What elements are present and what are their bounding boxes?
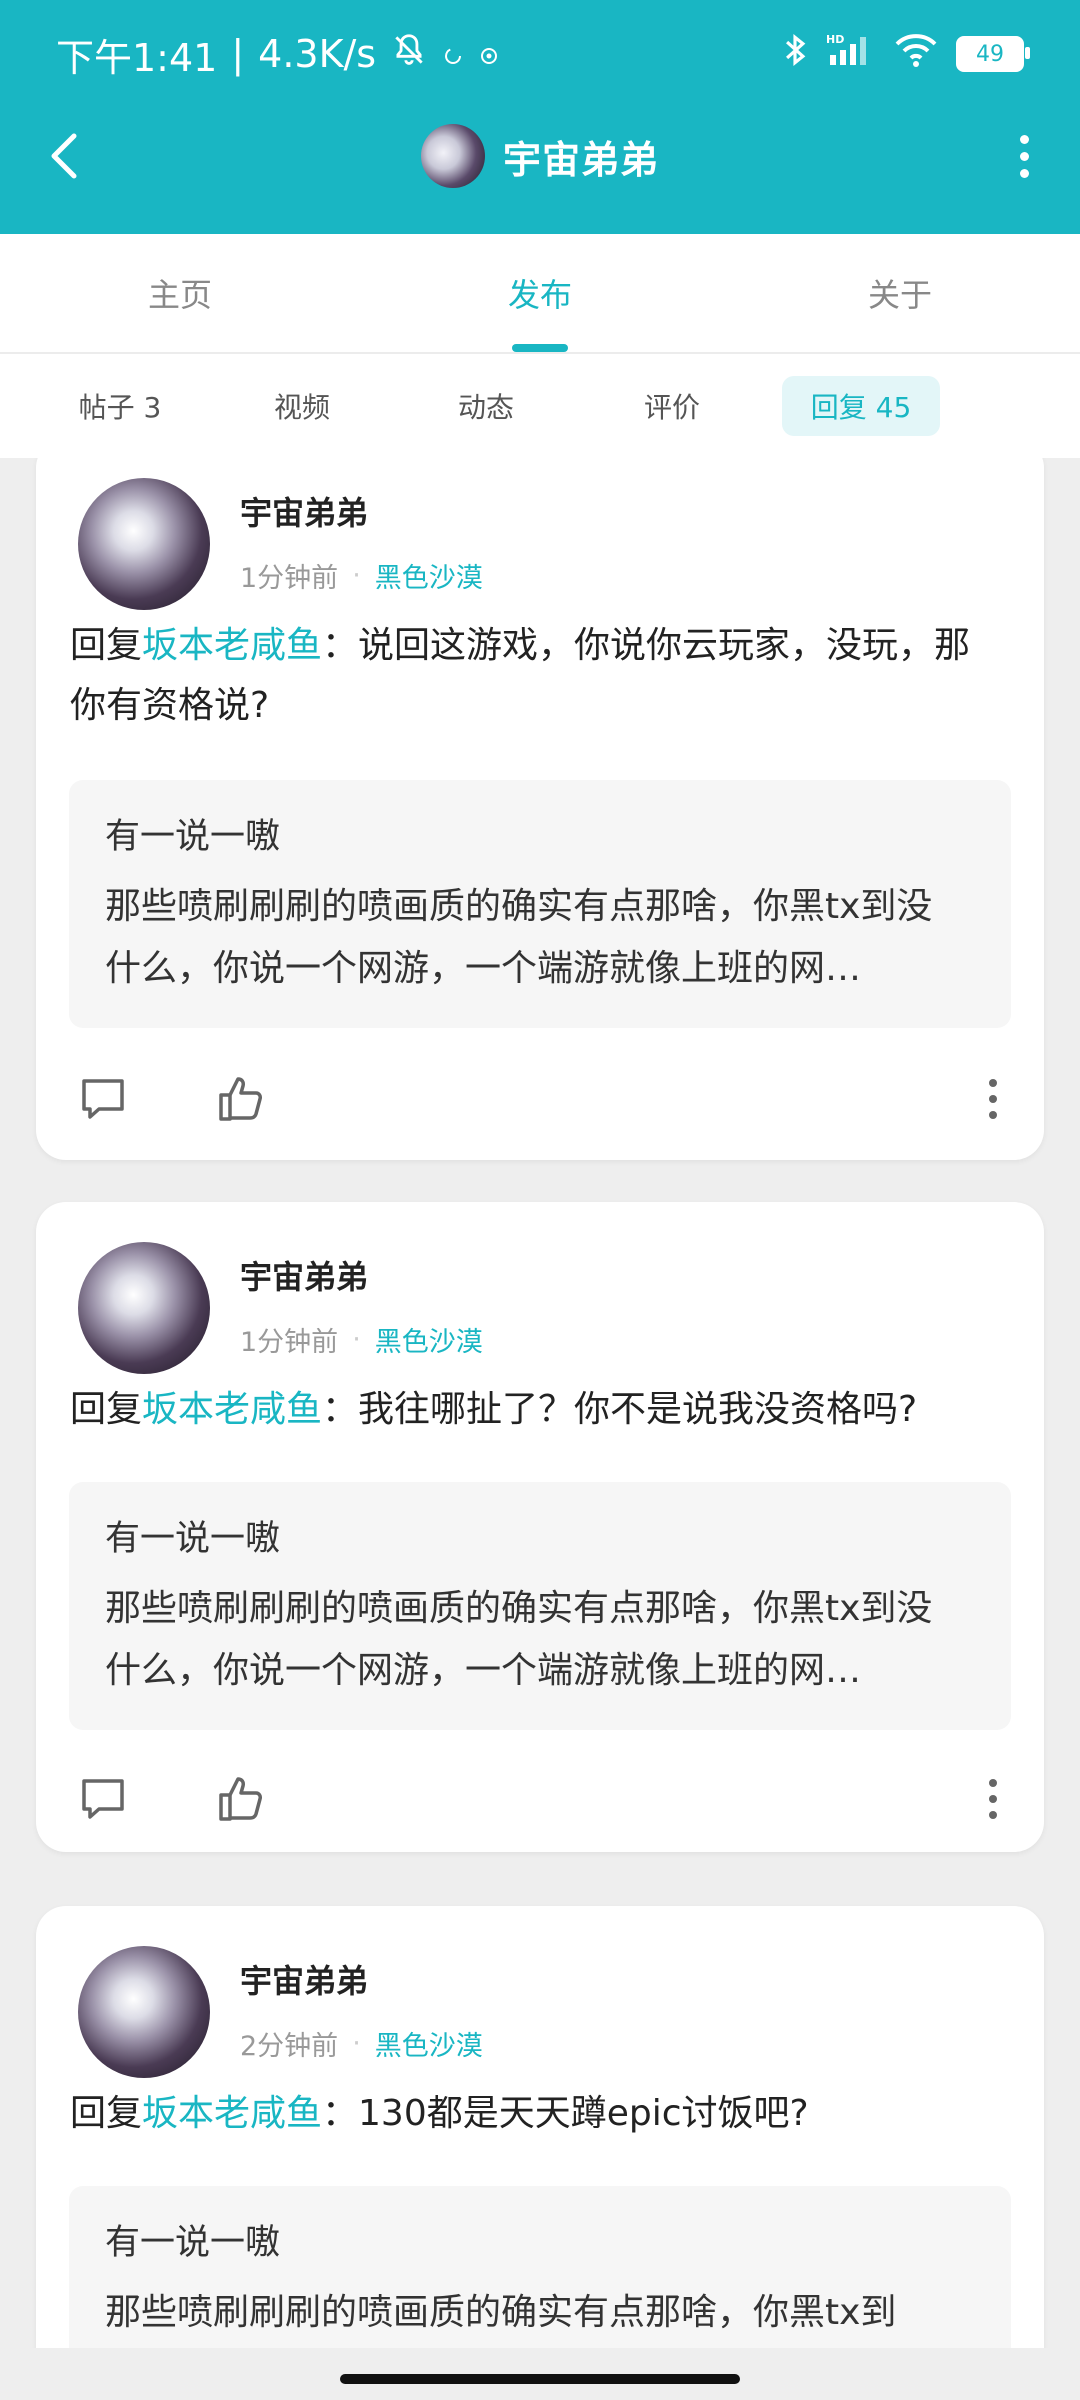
reply-prefix: 回复: [70, 2093, 143, 2134]
post-time: 2分钟前: [240, 2031, 339, 2062]
tab-publish[interactable]: 发布: [360, 234, 720, 352]
reply-text: 回复坂本老咸鱼：说回这游戏，你说你云玩家，没玩，那你有资格说?: [70, 616, 1004, 736]
quoted-comment[interactable]: 有一说一嗷 那些喷刷刷刷的喷画质的确实有点那啥，你黑tx到: [69, 2186, 1011, 2348]
more-options-button[interactable]: [994, 126, 1054, 186]
quote-text: 那些喷刷刷刷的喷画质的确实有点那啥，你黑tx到: [105, 2292, 897, 2333]
reply-prefix: 回复: [70, 1389, 143, 1430]
wifi-icon: [894, 31, 938, 77]
mute-bell-icon: [390, 31, 428, 78]
quote-author: 有一说一嗷: [105, 1519, 281, 1559]
signal-icon: HD: [826, 31, 876, 77]
like-button[interactable]: [206, 1764, 276, 1834]
reply-target-link[interactable]: 坂本老咸鱼: [142, 2093, 322, 2134]
profile-title: 宇宙弟弟: [0, 120, 1080, 192]
card-more-button[interactable]: [958, 1764, 1028, 1834]
active-tab-indicator: [512, 344, 568, 352]
card-more-button[interactable]: [958, 1064, 1028, 1134]
game-link[interactable]: 黑色沙漠: [375, 1320, 483, 1359]
reply-prefix: 回复: [70, 625, 143, 666]
avatar[interactable]: [78, 1946, 210, 2078]
post-time: 1分钟前: [240, 563, 339, 594]
status-bar: 下午1:41 | 4.3K/s HD 49: [56, 26, 1030, 82]
meta-dot: ·: [352, 560, 361, 591]
game-link[interactable]: 黑色沙漠: [375, 556, 483, 595]
comment-icon: [82, 1079, 124, 1119]
post-time: 1分钟前: [240, 1327, 339, 1358]
card-actions: [36, 1064, 1044, 1134]
post-meta: 2分钟前 · 黑色沙漠: [240, 2024, 483, 2063]
reply-content: ：130都是天天蹲epic讨饭吧?: [322, 2093, 809, 2134]
app-notification-icon: [442, 32, 464, 76]
comment-button[interactable]: [68, 1764, 138, 1834]
game-link[interactable]: 黑色沙漠: [375, 2024, 483, 2063]
page-title: 宇宙弟弟: [502, 137, 659, 182]
quote-text: 那些喷刷刷刷的喷画质的确实有点那啥，你黑tx到没什么，你说一个网游，一个端游就像…: [105, 886, 933, 989]
reply-text: 回复坂本老咸鱼：我往哪扯了？你不是说我没资格吗?: [70, 1380, 1004, 1440]
post-meta: 1分钟前 · 黑色沙漠: [240, 1320, 483, 1359]
avatar: [420, 124, 485, 188]
reply-card[interactable]: 宇宙弟弟 2分钟前 · 黑色沙漠 回复坂本老咸鱼：130都是天天蹲epic讨饭吧…: [36, 1906, 1044, 2348]
nav-row: 宇宙弟弟: [0, 108, 1080, 204]
username[interactable]: 宇宙弟弟: [240, 488, 368, 534]
reply-feed: 宇宙弟弟 1分钟前 · 黑色沙漠 回复坂本老咸鱼：说回这游戏，你说你云玩家，没玩…: [0, 458, 1080, 2348]
svg-text:HD: HD: [826, 33, 844, 46]
home-indicator[interactable]: [340, 2374, 740, 2384]
network-speed: 4.3K/s: [258, 32, 377, 76]
quote-author: 有一说一嗷: [105, 817, 281, 857]
meta-dot: ·: [352, 1324, 361, 1355]
main-tabs: 主页 发布 关于: [0, 234, 1080, 354]
status-separator: |: [231, 32, 245, 76]
reply-text: 回复坂本老咸鱼：130都是天天蹲epic讨饭吧?: [70, 2084, 1004, 2144]
subtab-posts[interactable]: 帖子 3: [50, 376, 190, 436]
reply-content: ：我往哪扯了？你不是说我没资格吗?: [322, 1389, 918, 1430]
subtab-moments[interactable]: 动态: [416, 376, 556, 436]
quoted-comment[interactable]: 有一说一嗷 那些喷刷刷刷的喷画质的确实有点那啥，你黑tx到没什么，你说一个网游，…: [69, 1482, 1011, 1730]
reply-card[interactable]: 宇宙弟弟 1分钟前 · 黑色沙漠 回复坂本老咸鱼：我往哪扯了？你不是说我没资格吗…: [36, 1202, 1044, 1852]
post-meta: 1分钟前 · 黑色沙漠: [240, 556, 483, 595]
username[interactable]: 宇宙弟弟: [240, 1252, 368, 1298]
subtab-reviews[interactable]: 评价: [602, 376, 742, 436]
status-time: 下午1:41: [56, 35, 218, 80]
sub-tabs: 帖子 3 视频 动态 评价 回复 45: [0, 354, 1080, 458]
subtab-videos[interactable]: 视频: [232, 376, 372, 436]
avatar[interactable]: [78, 478, 210, 610]
top-bar: 下午1:41 | 4.3K/s HD 49 宇宙弟弟: [0, 0, 1080, 234]
quote-author: 有一说一嗷: [105, 2223, 281, 2263]
tab-home[interactable]: 主页: [0, 234, 360, 352]
quote-text: 那些喷刷刷刷的喷画质的确实有点那啥，你黑tx到没什么，你说一个网游，一个端游就像…: [105, 1588, 933, 1691]
quoted-comment[interactable]: 有一说一嗷 那些喷刷刷刷的喷画质的确实有点那啥，你黑tx到没什么，你说一个网游，…: [69, 780, 1011, 1028]
comment-icon: [82, 1779, 124, 1819]
subtab-replies[interactable]: 回复 45: [782, 376, 940, 436]
app-notification-icon-2: [478, 32, 500, 76]
username[interactable]: 宇宙弟弟: [240, 1956, 368, 2002]
thumbs-up-icon: [219, 1077, 262, 1121]
tab-about[interactable]: 关于: [720, 234, 1080, 352]
card-actions: [36, 1764, 1044, 1834]
bluetooth-icon: [782, 31, 808, 77]
reply-card[interactable]: 宇宙弟弟 1分钟前 · 黑色沙漠 回复坂本老咸鱼：说回这游戏，你说你云玩家，没玩…: [36, 458, 1044, 1160]
thumbs-up-icon: [219, 1777, 262, 1821]
reply-target-link[interactable]: 坂本老咸鱼: [142, 1389, 322, 1430]
comment-button[interactable]: [68, 1064, 138, 1134]
meta-dot: ·: [352, 2028, 361, 2059]
battery-icon: 49: [956, 36, 1030, 72]
like-button[interactable]: [206, 1064, 276, 1134]
avatar[interactable]: [78, 1242, 210, 1374]
reply-target-link[interactable]: 坂本老咸鱼: [142, 625, 322, 666]
